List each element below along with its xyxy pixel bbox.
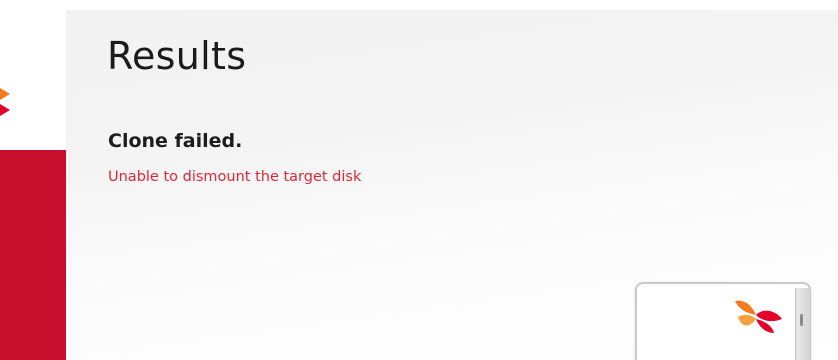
ssd-drive-icon	[635, 282, 811, 360]
clone-status-heading: Clone failed.	[108, 130, 243, 152]
error-message: Unable to dismount the target disk	[108, 169, 362, 185]
brand-logo-fragment-icon	[0, 88, 10, 116]
sidebar	[0, 0, 66, 360]
ssd-drive-led	[800, 314, 803, 326]
sk-hynix-butterfly-icon	[735, 300, 782, 333]
results-window: Results Clone failed. Unable to dismount…	[0, 0, 838, 360]
page-title: Results	[107, 34, 247, 78]
sidebar-accent-panel	[0, 150, 66, 360]
